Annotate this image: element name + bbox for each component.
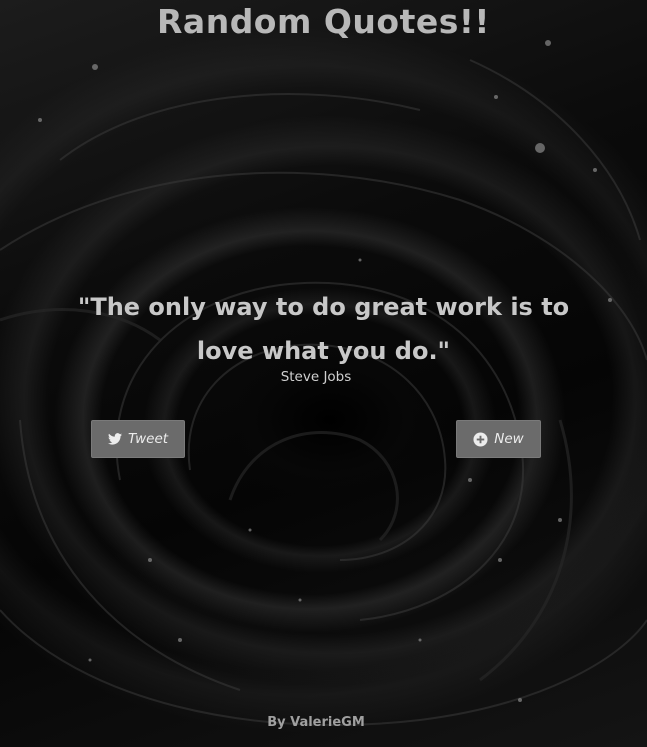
quote-author: Steve Jobs	[280, 369, 352, 385]
quote-page: Random Quotes!! "The only way to do grea…	[0, 0, 647, 747]
page-title: Random Quotes!!	[157, 2, 490, 41]
tweet-button-label: Tweet	[127, 431, 169, 447]
footer-credit: By ValerieGM	[267, 715, 365, 730]
new-quote-button[interactable]: New	[456, 420, 541, 458]
quote-text: "The only way to do great work is to lov…	[77, 293, 570, 365]
tweet-button[interactable]: Tweet	[91, 420, 185, 458]
plus-circle-icon	[473, 431, 488, 447]
twitter-bird-icon	[107, 433, 122, 445]
new-quote-button-label: New	[494, 431, 524, 447]
